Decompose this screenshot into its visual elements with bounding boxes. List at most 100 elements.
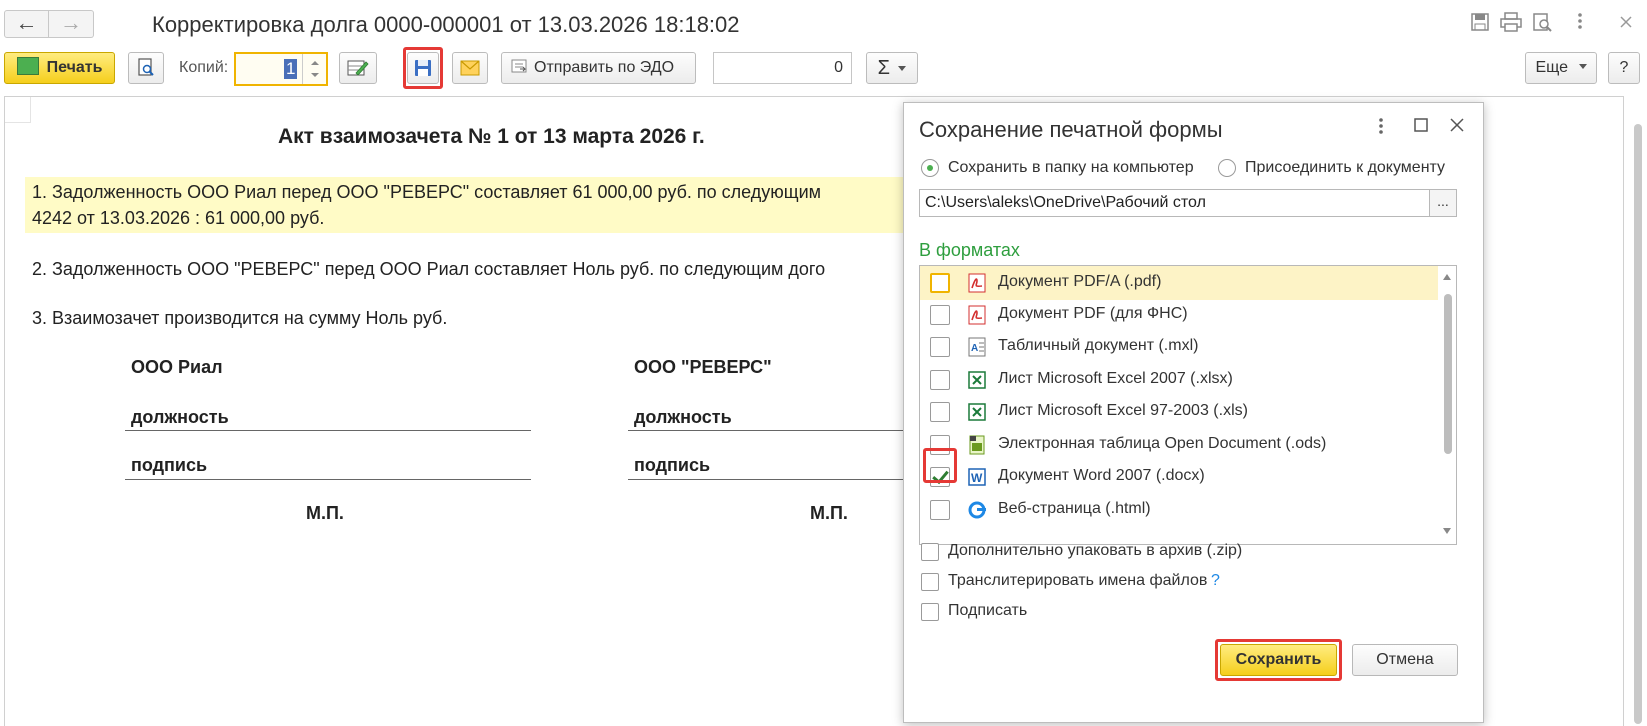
dialog-close-icon[interactable] <box>1450 118 1464 137</box>
format-checkbox[interactable] <box>930 500 950 520</box>
document-scrollbar[interactable] <box>1628 96 1647 726</box>
preview-icon <box>138 58 154 76</box>
format-name: Документ PDF (для ФНС) <box>998 305 1188 322</box>
format-checkbox[interactable] <box>930 273 950 293</box>
format-checkbox[interactable] <box>930 402 950 422</box>
stepper-icon <box>311 61 319 77</box>
docx-checkbox-highlight <box>923 448 957 483</box>
close-window-icon[interactable] <box>1614 12 1638 36</box>
edo-icon <box>511 59 527 73</box>
format-row[interactable]: W Документ Word 2007 (.docx) <box>920 460 1438 494</box>
copies-value: 1 <box>284 59 298 79</box>
document-line-1: 1. Задолженность ООО Риал перед ООО "РЕВ… <box>32 182 822 202</box>
pdf-icon <box>967 273 987 293</box>
format-name: Документ Word 2007 (.docx) <box>998 467 1205 484</box>
arrow-right-icon: → <box>60 10 82 35</box>
format-checkbox[interactable] <box>930 305 950 325</box>
print-button[interactable]: Печать <box>4 52 115 84</box>
translit-option-label: Транслитерировать имена файлов <box>948 572 1208 589</box>
format-row[interactable]: A Табличный документ (.mxl) <box>920 330 1438 364</box>
envelope-icon <box>460 60 480 76</box>
document-heading: Акт взаимозачета № 1 от 13 марта 2026 г. <box>278 125 705 148</box>
mxl-icon: A <box>967 337 987 357</box>
format-row[interactable]: Лист Microsoft Excel 97-2003 (.xls) <box>920 395 1438 429</box>
print-window-icon[interactable] <box>1499 12 1523 36</box>
signature-line-right <box>628 479 908 480</box>
forward-button[interactable]: → <box>49 10 94 38</box>
stamp-right: М.П. <box>810 503 848 523</box>
copies-label: Копий: <box>179 59 229 76</box>
preview-window-icon[interactable] <box>1530 12 1554 36</box>
arrow-left-icon: ← <box>15 10 38 35</box>
format-row[interactable]: Электронная таблица Open Document (.ods) <box>920 428 1438 462</box>
save-window-icon[interactable] <box>1468 12 1492 36</box>
format-name: Лист Microsoft Excel 2007 (.xlsx) <box>998 370 1233 387</box>
format-name: Лист Microsoft Excel 97-2003 (.xls) <box>998 402 1248 419</box>
edit-button[interactable] <box>339 52 377 84</box>
title-bar: ← → Корректировка долга 0000-000001 от 1… <box>0 0 1647 46</box>
format-checkbox[interactable] <box>930 370 950 390</box>
counter-value: 0 <box>834 59 843 76</box>
chevron-down-icon <box>898 66 907 71</box>
sum-button[interactable]: Σ <box>866 52 918 84</box>
back-button[interactable]: ← <box>4 10 49 38</box>
pdf-icon <box>967 305 987 325</box>
help-button[interactable]: ? <box>1608 52 1640 84</box>
scrollbar-thumb[interactable] <box>1444 294 1452 454</box>
translit-help-link[interactable]: ? <box>1211 572 1220 590</box>
more-button[interactable]: Еще <box>1525 52 1597 84</box>
dialog-save-button[interactable]: Сохранить <box>1220 644 1337 676</box>
send-edo-label: Отправить по ЭДО <box>534 59 675 76</box>
svg-text:A: A <box>971 343 978 354</box>
document-line-1b: 4242 от 13.03.2026 : 61 000,00 руб. <box>32 208 325 228</box>
format-checkbox[interactable] <box>930 337 950 357</box>
doc-corner <box>5 97 31 123</box>
email-button[interactable] <box>452 52 488 84</box>
radio-attach[interactable] <box>1218 159 1236 177</box>
radio-attach-label: Присоединить к документу <box>1245 159 1446 176</box>
position-line-left <box>125 430 531 431</box>
preview-button[interactable] <box>128 52 164 84</box>
sign-option-label: Подписать <box>948 602 1028 619</box>
print-button-label: Печать <box>46 59 103 76</box>
scrollbar-thumb[interactable] <box>1634 124 1642 724</box>
help-button-label: ? <box>1619 59 1629 76</box>
radio-save-folder[interactable] <box>921 159 939 177</box>
format-row[interactable]: Документ PDF (для ФНС) <box>920 298 1438 332</box>
position-right: должность <box>634 407 732 427</box>
sigma-icon: Σ <box>877 57 890 79</box>
party-right: ООО "РЕВЕРС" <box>634 357 772 377</box>
counter-field: 0 <box>713 52 852 84</box>
copies-stepper[interactable] <box>302 54 326 84</box>
format-name: Табличный документ (.mxl) <box>998 337 1199 354</box>
format-list-scrollbar[interactable] <box>1438 266 1456 544</box>
html-icon <box>967 500 987 520</box>
window-title: Корректировка долга 0000-000001 от 13.03… <box>152 12 740 37</box>
zip-checkbox[interactable] <box>921 543 939 561</box>
position-left: должность <box>131 407 229 427</box>
send-edo-button[interactable]: Отправить по ЭДО <box>501 52 696 84</box>
format-list: Документ PDF/A (.pdf) Документ PDF (для … <box>919 265 1457 545</box>
format-row[interactable]: Документ PDF/A (.pdf) <box>920 266 1438 300</box>
format-row[interactable]: Лист Microsoft Excel 2007 (.xlsx) <box>920 363 1438 397</box>
dialog-maximize-icon[interactable] <box>1414 118 1428 137</box>
edit-table-icon <box>347 60 369 76</box>
radio-save-folder-label: Сохранить в папку на компьютер <box>948 159 1194 176</box>
word-icon: W <box>967 467 987 487</box>
path-select-button[interactable]: ... <box>1429 189 1457 217</box>
more-vertical-icon[interactable] <box>1568 12 1592 36</box>
position-line-right <box>628 430 908 431</box>
sign-checkbox[interactable] <box>921 603 939 621</box>
chevron-down-icon <box>1578 64 1587 69</box>
excel-icon <box>967 370 987 390</box>
dialog-more-icon[interactable] <box>1378 117 1384 140</box>
copies-input[interactable]: 1 <box>234 52 328 86</box>
format-name: Документ PDF/A (.pdf) <box>998 273 1162 290</box>
save-button[interactable] <box>407 52 439 84</box>
dialog-cancel-button[interactable]: Отмена <box>1352 644 1458 676</box>
path-input[interactable]: C:\Users\aleks\OneDrive\Рабочий стол <box>919 189 1430 217</box>
translit-checkbox[interactable] <box>921 573 939 591</box>
format-row[interactable]: Веб-страница (.html) <box>920 493 1438 527</box>
signature-right: подпись <box>634 455 711 475</box>
signature-left: подпись <box>131 455 208 475</box>
